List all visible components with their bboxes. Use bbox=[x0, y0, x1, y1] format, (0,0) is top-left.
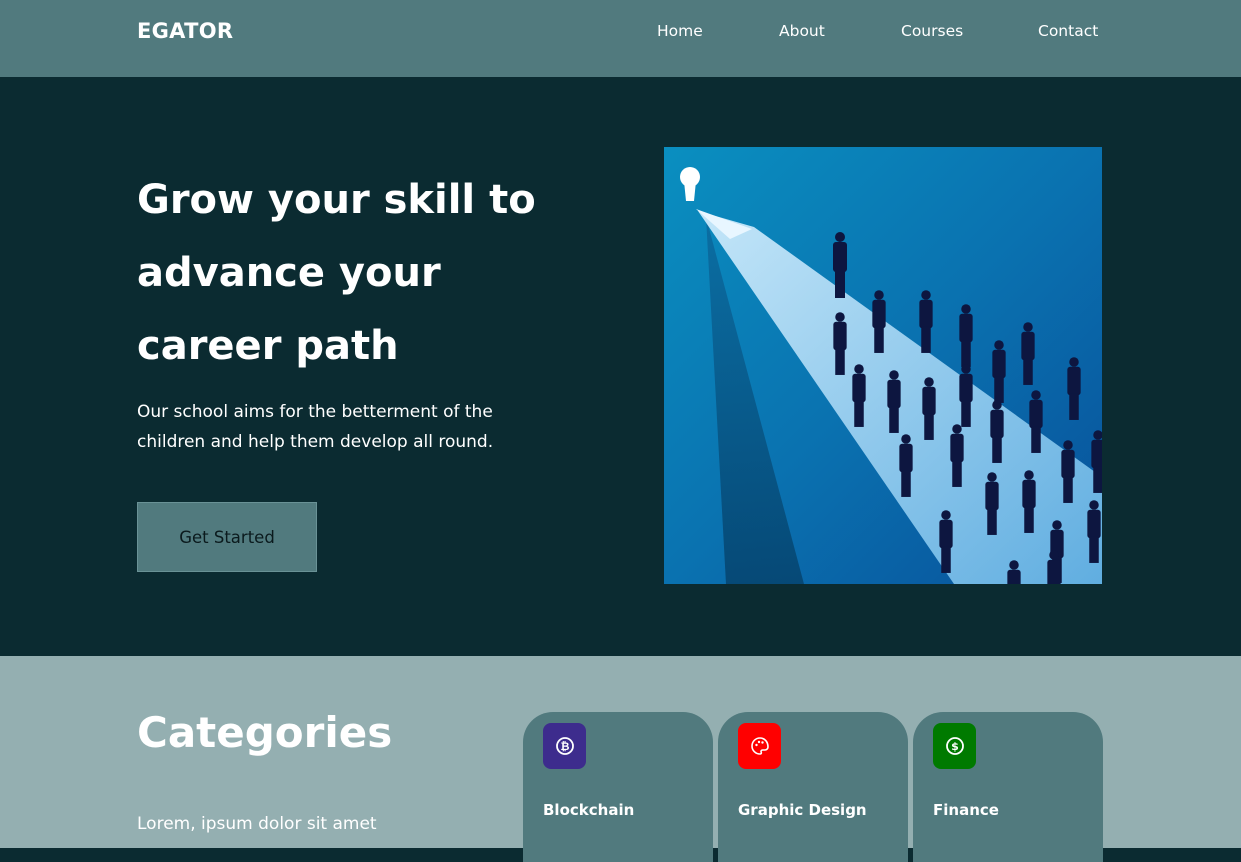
svg-text:$: $ bbox=[951, 740, 959, 753]
categories-description: Lorem, ipsum dolor sit amet bbox=[137, 814, 377, 834]
category-label-finance: Finance bbox=[933, 801, 999, 819]
category-label-graphic-design: Graphic Design bbox=[738, 801, 867, 819]
category-card-graphic-design[interactable]: Graphic Design bbox=[718, 712, 908, 862]
nav-link-courses[interactable]: Courses bbox=[901, 22, 963, 40]
category-label-blockchain: Blockchain bbox=[543, 801, 635, 819]
nav-link-contact[interactable]: Contact bbox=[1038, 22, 1098, 40]
nav-link-home[interactable]: Home bbox=[657, 22, 703, 40]
hero-section: Grow your skill to advance your career p… bbox=[0, 77, 1241, 656]
nav-links: Home About Courses Contact bbox=[0, 22, 1241, 46]
svg-text:₿: ₿ bbox=[560, 740, 569, 753]
top-navbar: EGATOR Home About Courses Contact bbox=[0, 0, 1241, 77]
hero-description: Our school aims for the betterment of th… bbox=[137, 402, 494, 452]
categories-title: Categories bbox=[137, 708, 393, 757]
dollar-icon: $ bbox=[933, 723, 976, 769]
nav-link-about[interactable]: About bbox=[779, 22, 825, 40]
career-arrow-illustration-icon bbox=[664, 147, 1102, 584]
hero-illustration bbox=[664, 147, 1102, 584]
category-card-blockchain[interactable]: ₿ Blockchain bbox=[523, 712, 713, 862]
get-started-button[interactable]: Get Started bbox=[137, 502, 317, 572]
bitcoin-icon: ₿ bbox=[543, 723, 586, 769]
category-card-finance[interactable]: $ Finance bbox=[913, 712, 1103, 862]
categories-section: Categories Lorem, ipsum dolor sit amet ₿… bbox=[0, 656, 1241, 862]
palette-icon bbox=[738, 723, 781, 769]
hero-title: Grow your skill to advance your career p… bbox=[137, 177, 536, 369]
